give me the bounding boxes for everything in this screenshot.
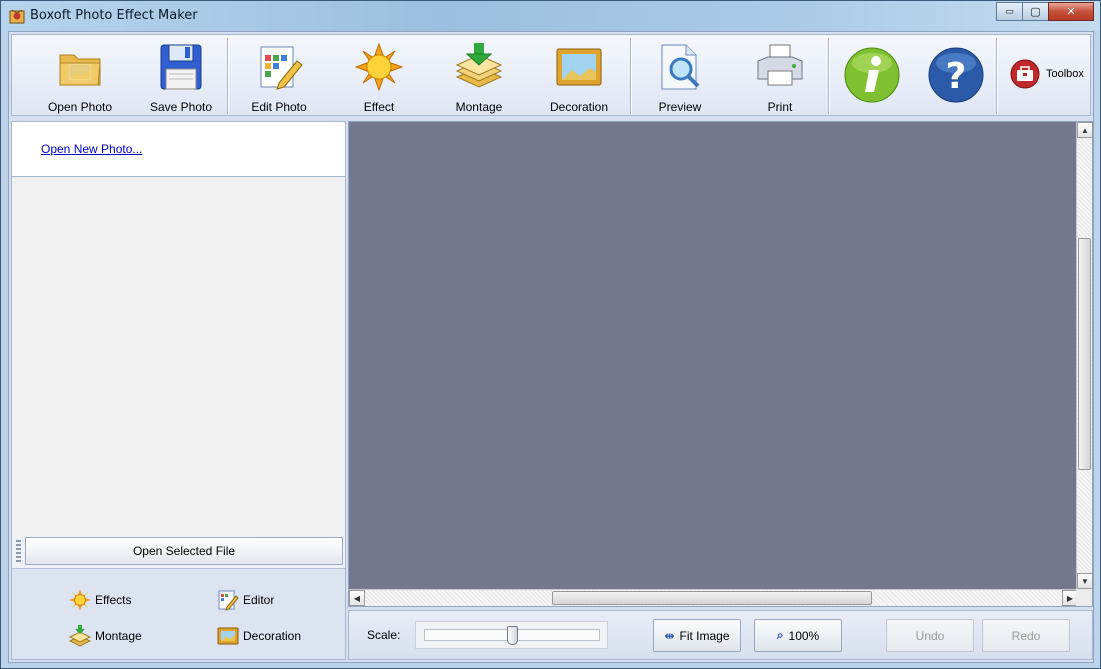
floppy-disk-icon — [160, 44, 202, 90]
save-photo-button[interactable]: Save Photo — [147, 35, 215, 115]
undo-button[interactable]: Undo — [886, 619, 974, 652]
preview-button[interactable]: Preview — [646, 35, 714, 115]
print-label: Print — [767, 100, 793, 114]
toolbar-separator — [227, 38, 229, 114]
undo-label: Undo — [915, 628, 945, 643]
window-title: Boxoft Photo Effect Maker — [30, 8, 198, 23]
effect-label: Effect — [363, 100, 395, 114]
vertical-scrollbar[interactable]: ▲ ▼ — [1076, 122, 1093, 589]
redo-button[interactable]: Redo — [982, 619, 1070, 652]
open-photo-label: Open Photo — [47, 100, 113, 114]
picture-frame-icon — [217, 627, 239, 645]
montage-label: Montage — [455, 100, 503, 114]
editor-mode-label: Editor — [243, 593, 275, 607]
minimize-icon: ▭ — [1005, 6, 1014, 16]
main-toolbar: Open Photo Save Photo Edit Photo Effect … — [11, 34, 1091, 116]
picture-frame-icon — [556, 48, 602, 86]
save-photo-label: Save Photo — [149, 100, 213, 114]
scale-slider[interactable] — [415, 621, 608, 649]
close-icon: ✕ — [1066, 6, 1076, 18]
montage-stack-icon — [455, 43, 503, 88]
open-new-photo-link[interactable]: Open New Photo... — [41, 142, 142, 156]
vertical-scroll-thumb[interactable] — [1078, 238, 1091, 470]
fit-width-icon: ⇹ — [664, 628, 675, 643]
sun-icon — [355, 43, 403, 91]
edit-photo-icon — [218, 590, 239, 611]
decoration-label: Decoration — [549, 100, 609, 114]
client-area: Open Photo Save Photo Edit Photo Effect … — [8, 31, 1094, 663]
scroll-corner — [1076, 589, 1092, 606]
montage-mode-label: Montage — [95, 629, 142, 643]
edit-photo-icon — [260, 46, 303, 90]
scroll-left-arrow-icon[interactable]: ◀ — [349, 590, 365, 606]
help-icon: ? — [928, 47, 984, 103]
decoration-button[interactable]: Decoration — [545, 35, 613, 115]
magnifier-page-icon — [661, 44, 700, 90]
effect-button[interactable]: Effect — [345, 35, 413, 115]
help-button[interactable]: ? — [925, 35, 987, 115]
panel-grip[interactable] — [16, 540, 21, 562]
photo-canvas-area: ▲ ▼ ◀ ▶ — [348, 121, 1093, 607]
folder-icon — [59, 54, 101, 86]
open-selected-file-label: Open Selected File — [132, 544, 236, 558]
info-icon — [844, 47, 900, 103]
maximize-button[interactable]: ▢ — [1022, 2, 1049, 21]
decoration-mode-button[interactable]: Decoration — [217, 625, 301, 647]
app-window: Boxoft Photo Effect Maker ▭ ▢ ✕ Open Pho… — [0, 0, 1101, 669]
montage-stack-icon — [69, 625, 91, 647]
info-button[interactable] — [841, 35, 903, 115]
open-selected-file-button[interactable]: Open Selected File — [25, 537, 343, 565]
svg-text:?: ? — [946, 56, 967, 97]
minimize-button[interactable]: ▭ — [996, 2, 1023, 21]
title-bar[interactable]: Boxoft Photo Effect Maker ▭ ▢ ✕ — [1, 1, 1100, 31]
file-list[interactable] — [12, 177, 345, 537]
sun-icon — [69, 589, 91, 611]
horizontal-scroll-thumb[interactable] — [552, 591, 872, 605]
editor-mode-button[interactable]: Editor — [217, 589, 274, 611]
photo-canvas[interactable] — [349, 122, 1078, 589]
fit-image-button[interactable]: ⇹ Fit Image — [653, 619, 741, 652]
bottom-bar: Scale: ⇹ Fit Image ⌕ 100% Undo Redo — [348, 610, 1093, 660]
fit-image-label: Fit Image — [679, 628, 730, 643]
open-photo-box: Open New Photo... — [12, 122, 345, 177]
print-button[interactable]: Print — [746, 35, 814, 115]
preview-label: Preview — [658, 100, 702, 114]
maximize-icon: ▢ — [1030, 6, 1041, 18]
toolbar-separator — [630, 38, 632, 114]
effects-mode-button[interactable]: Effects — [69, 589, 131, 611]
zoom-100-button[interactable]: ⌕ 100% — [754, 619, 842, 652]
decoration-mode-label: Decoration — [243, 629, 302, 643]
toolbar-separator — [828, 38, 830, 114]
left-panel: Open New Photo... Open Selected File Eff… — [11, 121, 346, 660]
montage-mode-button[interactable]: Montage — [69, 625, 142, 647]
edit-photo-label: Edit Photo — [251, 100, 307, 114]
montage-button[interactable]: Montage — [445, 35, 513, 115]
magnifier-icon: ⌕ — [776, 628, 784, 642]
zoom-100-label: 100% — [788, 628, 820, 643]
scroll-down-arrow-icon[interactable]: ▼ — [1077, 573, 1093, 589]
mode-switcher: Effects Editor Montage Decoration — [12, 568, 345, 659]
redo-label: Redo — [1011, 628, 1041, 643]
printer-icon — [757, 44, 803, 86]
horizontal-scrollbar[interactable]: ◀ ▶ — [349, 589, 1078, 606]
edit-photo-button[interactable]: Edit Photo — [245, 35, 313, 115]
scale-slider-thumb[interactable] — [506, 626, 518, 645]
close-button[interactable]: ✕ — [1048, 2, 1094, 21]
app-logo-icon — [9, 9, 25, 24]
toolbox-icon — [1010, 59, 1040, 89]
open-photo-button[interactable]: Open Photo — [46, 35, 114, 115]
toolbox-label: Toolbox — [1046, 68, 1084, 80]
scale-label: Scale: — [367, 628, 401, 642]
effects-mode-label: Effects — [95, 593, 132, 607]
toolbar-separator — [996, 38, 998, 114]
toolbox-button[interactable]: Toolbox — [1010, 35, 1090, 113]
scroll-up-arrow-icon[interactable]: ▲ — [1077, 122, 1093, 138]
